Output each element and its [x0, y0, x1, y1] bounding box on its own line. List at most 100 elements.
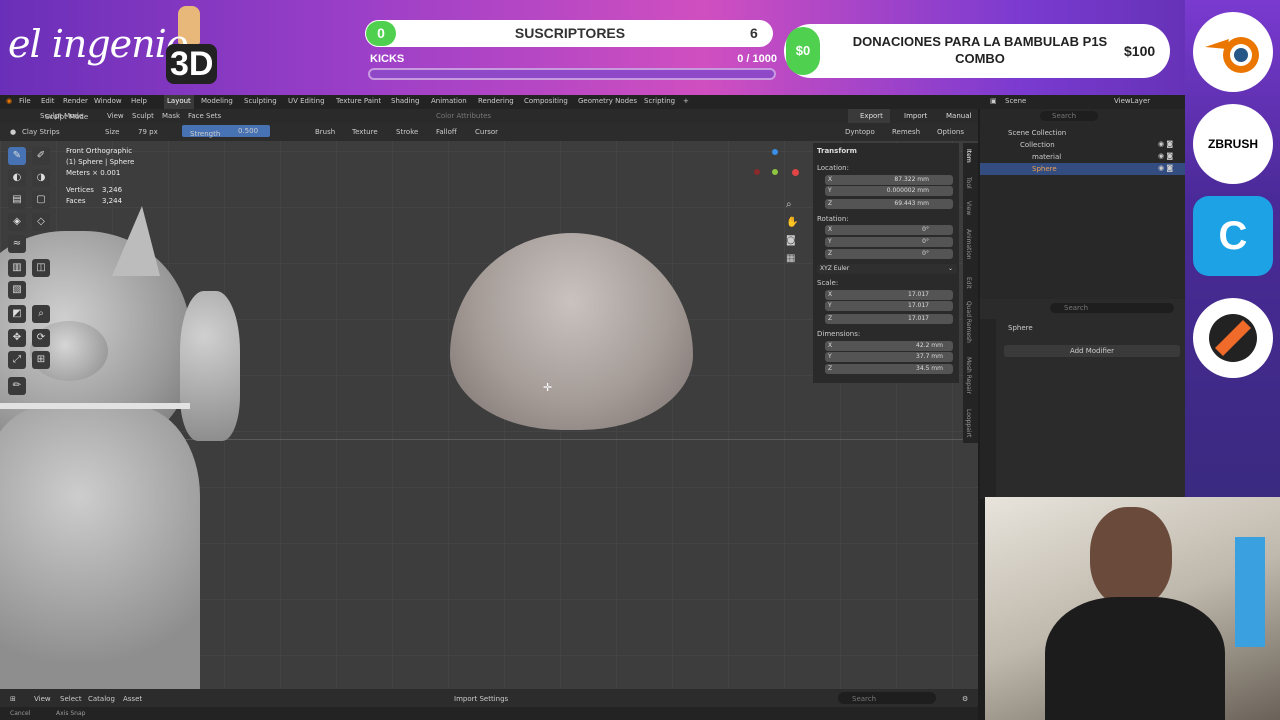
- outliner-row-material[interactable]: material ◉ ◙: [980, 151, 1185, 163]
- remesh-dropdown[interactable]: Remesh: [892, 128, 920, 136]
- tab-sculpting[interactable]: Sculpting: [244, 97, 277, 105]
- properties-search-input[interactable]: Search: [1050, 303, 1174, 313]
- settings-gear-icon[interactable]: ⚙: [962, 695, 968, 703]
- tab-rendering[interactable]: Rendering: [478, 97, 514, 105]
- size-value[interactable]: 79 px: [138, 128, 158, 136]
- scale-y-field[interactable]: Y 17.017: [825, 301, 953, 311]
- camera-icon[interactable]: ◙: [786, 235, 796, 246]
- scale-x-field[interactable]: X 17.017: [825, 290, 953, 300]
- falloff-dropdown[interactable]: Falloff: [436, 128, 457, 136]
- rotation-z-field[interactable]: Z 0°: [825, 249, 953, 259]
- menu-view[interactable]: View: [107, 112, 124, 120]
- brush-name[interactable]: Clay Strips: [22, 128, 60, 136]
- rotation-x-field[interactable]: X 0°: [825, 225, 953, 235]
- outliner-search-input[interactable]: Search: [1040, 111, 1098, 121]
- crease-icon[interactable]: ◇: [32, 213, 50, 231]
- menu-help[interactable]: Help: [131, 97, 147, 105]
- stroke-dropdown[interactable]: Stroke: [396, 128, 418, 136]
- texture-dropdown[interactable]: Texture: [352, 128, 378, 136]
- clay-icon[interactable]: ◐: [8, 169, 26, 187]
- tab-animation[interactable]: Animation: [431, 97, 467, 105]
- rotation-mode-dropdown[interactable]: XYZ Euler ⌄: [817, 264, 957, 274]
- dimensions-x-field[interactable]: X 42.2 mm: [825, 341, 953, 351]
- rotation-y-field[interactable]: Y 0°: [825, 237, 953, 247]
- grid-view-icon[interactable]: ▦: [786, 253, 795, 264]
- scene-selector[interactable]: Scene: [1005, 97, 1026, 105]
- add-workspace-button[interactable]: +: [683, 97, 689, 105]
- tab-quad-remesh[interactable]: Quad Remesh: [965, 301, 972, 343]
- export-button[interactable]: Export: [848, 109, 890, 123]
- flatten-icon[interactable]: ▥: [8, 259, 26, 277]
- scrape-icon[interactable]: ▧: [8, 281, 26, 299]
- manual-button[interactable]: Manual: [946, 112, 971, 120]
- dyntopo-toggle[interactable]: Dyntopo: [845, 128, 875, 136]
- outliner-row-sphere[interactable]: Sphere ◉ ◙: [980, 163, 1185, 175]
- menu-face-sets[interactable]: Face Sets: [188, 112, 221, 120]
- box-mask-icon[interactable]: ⌕: [32, 305, 50, 323]
- tab-scripting[interactable]: Scripting: [644, 97, 675, 105]
- transform-header[interactable]: Transform: [817, 147, 857, 155]
- asset-menu-asset[interactable]: Asset: [123, 695, 142, 703]
- menu-mask[interactable]: Mask: [162, 112, 180, 120]
- fill-icon[interactable]: ◫: [32, 259, 50, 277]
- asset-menu-view[interactable]: View: [34, 695, 51, 703]
- draw-brush-icon[interactable]: ✎: [8, 147, 26, 165]
- layer-icon[interactable]: ▤: [8, 191, 26, 209]
- asset-menu-catalog[interactable]: Catalog: [88, 695, 115, 703]
- tab-item[interactable]: Item: [965, 149, 972, 163]
- strength-field[interactable]: Strength 0.500: [182, 125, 270, 138]
- draw-sharp-icon[interactable]: ✐: [32, 147, 50, 165]
- smooth-icon[interactable]: ≈: [8, 235, 26, 253]
- scale-icon[interactable]: ⤢: [8, 351, 26, 369]
- scale-z-field[interactable]: Z 17.017: [825, 314, 953, 324]
- tab-modeling[interactable]: Modeling: [201, 97, 233, 105]
- asset-menu-select[interactable]: Select: [60, 695, 82, 703]
- location-z-field[interactable]: Z 69.443 mm: [825, 199, 953, 209]
- blender-icon[interactable]: ◉: [6, 97, 12, 105]
- dimensions-y-field[interactable]: Y 37.7 mm: [825, 352, 953, 362]
- location-x-field[interactable]: X 87.322 mm: [825, 175, 953, 185]
- tab-edit[interactable]: Edit: [965, 277, 972, 289]
- clay-strips-icon[interactable]: ◑: [32, 169, 50, 187]
- zoom-icon[interactable]: ⌕: [786, 199, 792, 210]
- outliner-row-scene-collection[interactable]: Scene Collection: [980, 127, 1185, 139]
- sphere-object[interactable]: [450, 233, 693, 430]
- transform-icon[interactable]: ⊞: [32, 351, 50, 369]
- tab-layout[interactable]: Layout: [164, 95, 194, 109]
- menu-edit[interactable]: Edit: [41, 97, 55, 105]
- brush-dropdown[interactable]: Brush: [315, 128, 335, 136]
- cursor-dropdown[interactable]: Cursor: [475, 128, 498, 136]
- tab-texture-paint[interactable]: Texture Paint: [336, 97, 381, 105]
- editor-type-icon[interactable]: ⊞: [10, 695, 16, 703]
- tab-mesh-repair[interactable]: Mesh Repair: [965, 357, 972, 394]
- outliner-row-collection[interactable]: Collection ◉ ◙: [980, 139, 1185, 151]
- tab-shading[interactable]: Shading: [391, 97, 419, 105]
- import-settings-dropdown[interactable]: Import Settings: [454, 695, 508, 703]
- asset-search-input[interactable]: Search: [838, 692, 936, 704]
- properties-tabs[interactable]: [980, 319, 996, 499]
- import-button[interactable]: Import: [904, 112, 927, 120]
- rotate-icon[interactable]: ⟳: [32, 329, 50, 347]
- tab-compositing[interactable]: Compositing: [524, 97, 568, 105]
- color-attributes-menu[interactable]: Color Attributes: [436, 112, 491, 120]
- menu-render[interactable]: Render: [63, 97, 88, 105]
- tab-view[interactable]: View: [965, 201, 972, 215]
- location-y-field[interactable]: Y 0.000002 mm: [825, 186, 953, 196]
- pan-hand-icon[interactable]: ✋: [786, 217, 798, 228]
- sculpt-mode-dropdown[interactable]: Sculpt Mode: [40, 112, 83, 120]
- options-dropdown[interactable]: Options: [937, 128, 964, 136]
- tab-uv-editing[interactable]: UV Editing: [288, 97, 325, 105]
- add-modifier-button[interactable]: Add Modifier: [1004, 345, 1180, 357]
- tab-looppairt[interactable]: Looppairt: [965, 409, 972, 437]
- view-layer-selector[interactable]: ViewLayer: [1114, 97, 1150, 105]
- annotate-icon[interactable]: ✏: [8, 377, 26, 395]
- tab-tool[interactable]: Tool: [965, 177, 972, 189]
- menu-sculpt[interactable]: Sculpt: [132, 112, 154, 120]
- tab-animation[interactable]: Animation: [965, 229, 972, 260]
- navigation-gizmo[interactable]: [752, 147, 800, 195]
- inflate-icon[interactable]: ▢: [32, 191, 50, 209]
- menu-window[interactable]: Window: [94, 97, 122, 105]
- menu-file[interactable]: File: [19, 97, 31, 105]
- mask-icon[interactable]: ◩: [8, 305, 26, 323]
- tab-geometry-nodes[interactable]: Geometry Nodes: [578, 97, 637, 105]
